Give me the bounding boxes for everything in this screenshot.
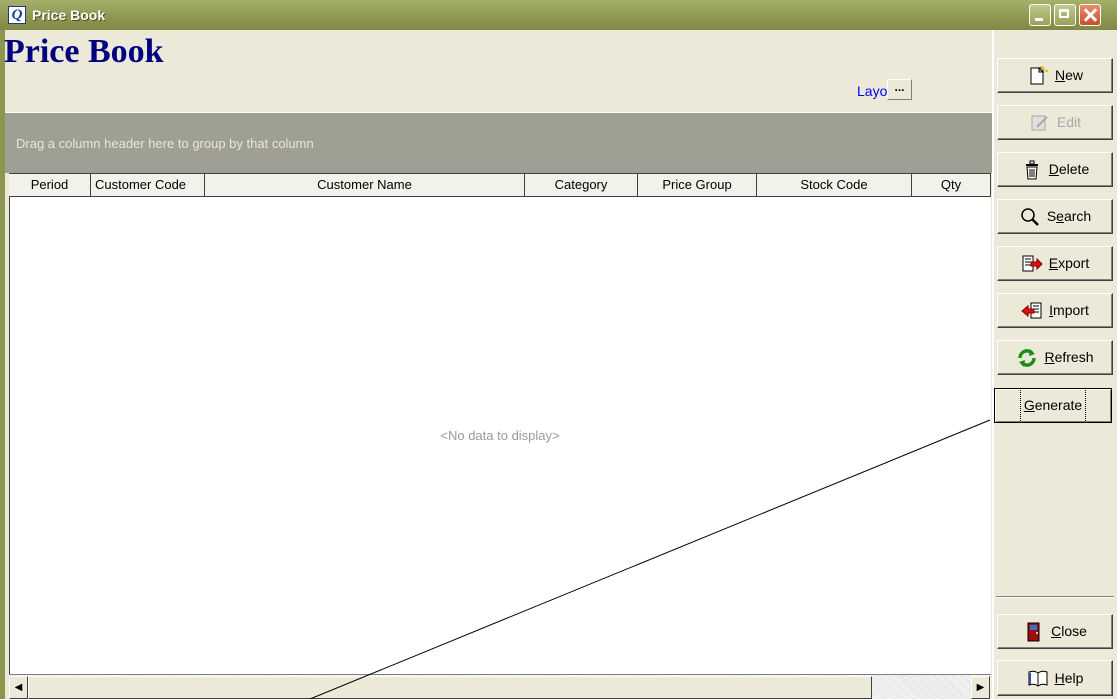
edit-icon: [1031, 115, 1048, 130]
search-button[interactable]: Search: [997, 199, 1113, 234]
title-bar[interactable]: [0, 0, 1117, 30]
new-button[interactable]: New: [997, 58, 1113, 93]
refresh-icon: [1018, 348, 1037, 367]
generate-label: Generate: [1019, 388, 1087, 423]
edit-label: Edit: [1056, 114, 1082, 130]
delete-button[interactable]: Delete: [997, 152, 1113, 187]
column-header-period[interactable]: Period: [9, 173, 91, 197]
import-icon: [1021, 302, 1042, 318]
help-button[interactable]: Help: [997, 660, 1113, 696]
toolbar-separator: [996, 596, 1114, 598]
page-title: Price Book: [4, 33, 164, 70]
scroll-right-arrow-icon[interactable]: ▶: [971, 676, 990, 699]
search-label: Search: [1046, 208, 1092, 224]
column-header-price-group[interactable]: Price Group: [638, 173, 757, 197]
layout-ellipsis-button[interactable]: ...: [887, 79, 912, 100]
refresh-button[interactable]: Refresh: [997, 340, 1113, 375]
export-icon: [1022, 255, 1043, 271]
edit-button[interactable]: Edit: [997, 105, 1113, 140]
scroll-left-arrow-icon[interactable]: ◀: [9, 676, 28, 699]
column-header-customer-name[interactable]: Customer Name: [205, 173, 525, 197]
trash-can-icon: [1025, 160, 1038, 179]
minimize-button[interactable]: [1029, 4, 1051, 26]
help-label: Help: [1054, 669, 1084, 686]
column-header-customer-code[interactable]: Customer Code: [91, 173, 205, 197]
import-label: Import: [1049, 302, 1089, 318]
search-icon: [1021, 207, 1039, 226]
app-icon: Q: [8, 6, 26, 24]
column-header-category[interactable]: Category: [525, 173, 638, 197]
door-exit-icon: [1027, 622, 1040, 641]
maximize-button[interactable]: [1054, 4, 1076, 26]
import-button[interactable]: Import: [997, 293, 1113, 328]
column-header-stock-code[interactable]: Stock Code: [757, 173, 912, 197]
close-label: Close: [1051, 623, 1087, 639]
delete-label: Delete: [1048, 161, 1090, 177]
refresh-label: Refresh: [1044, 349, 1094, 365]
new-label: New: [1054, 67, 1084, 83]
column-header-qty[interactable]: Qty: [912, 173, 991, 197]
generate-button[interactable]: Generate: [994, 388, 1112, 423]
empty-grid-message: <No data to display>: [440, 428, 560, 443]
export-button[interactable]: Export: [997, 246, 1113, 281]
window-title: Price Book: [32, 7, 106, 23]
export-label: Export: [1048, 255, 1090, 271]
group-by-hint: Drag a column header here to group by th…: [16, 136, 314, 151]
close-window-button[interactable]: [1079, 4, 1101, 26]
help-book-icon: [1028, 670, 1048, 687]
scrollbar-thumb[interactable]: [28, 676, 872, 699]
close-button[interactable]: Close: [997, 614, 1113, 649]
new-document-icon: [1030, 65, 1048, 84]
